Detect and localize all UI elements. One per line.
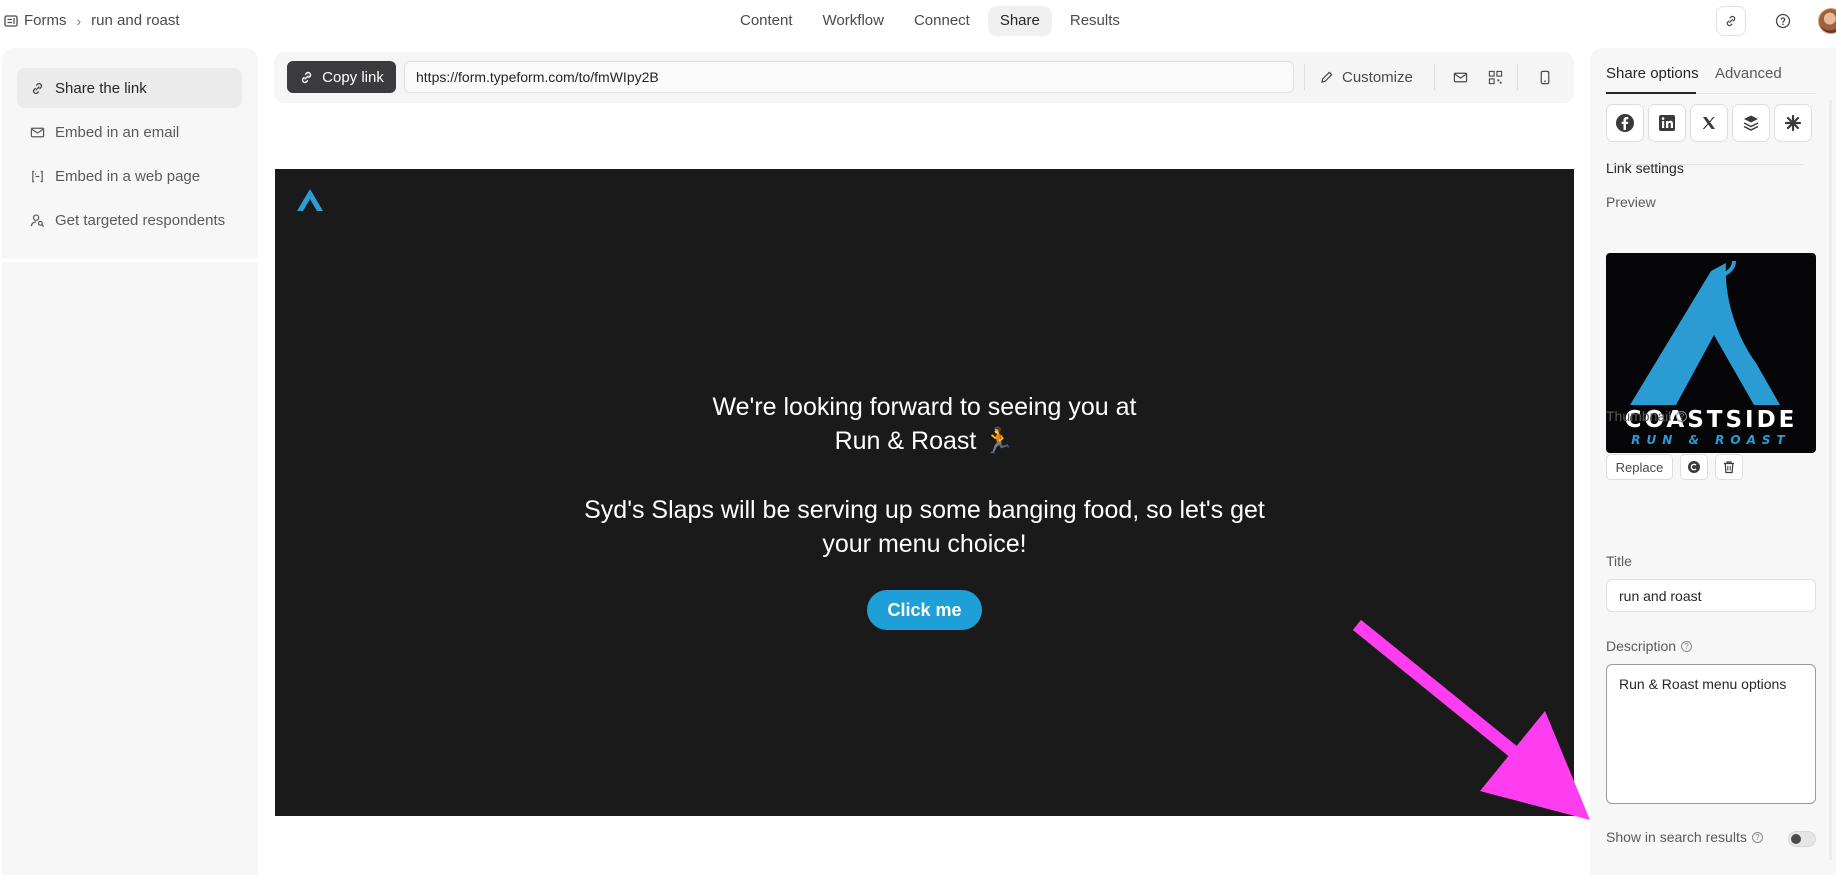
mail-icon — [1453, 72, 1467, 82]
welcome-line-3: Syd's Slaps will be serving up some bang… — [584, 496, 1265, 524]
description-label: Description ? — [1606, 638, 1693, 654]
main-nav-tabs: Content Workflow Connect Share Results — [728, 6, 1132, 36]
description-label-text: Description — [1606, 638, 1677, 654]
toolbar-divider — [1434, 64, 1435, 90]
thumbnail-label: Thumbnail ? — [1606, 408, 1688, 424]
search-results-label-text: Show in search results — [1606, 829, 1747, 845]
forms-icon — [4, 14, 18, 28]
tab-workflow[interactable]: Workflow — [811, 6, 896, 36]
breadcrumb-forms-link[interactable]: Forms — [24, 12, 67, 29]
link-icon — [32, 82, 43, 94]
top-bar: Forms › run and roast Content Workflow C… — [0, 0, 1836, 42]
breadcrumb: Forms › run and roast — [4, 12, 180, 29]
search-results-label: Show in search results ? — [1606, 829, 1763, 845]
qr-code-button[interactable] — [1482, 64, 1508, 90]
share-layers-button[interactable] — [1732, 104, 1770, 142]
tab-share[interactable]: Share — [987, 6, 1052, 36]
welcome-line-2: Run & Roast 🏃 — [834, 427, 1015, 455]
avatar[interactable] — [1818, 8, 1836, 34]
link-settings-heading: Link settings — [1606, 160, 1684, 176]
sidebar-item-label: Get targeted respondents — [55, 211, 226, 229]
search-results-toggle[interactable] — [1788, 831, 1816, 847]
trash-icon — [1724, 461, 1734, 474]
sidebar-item-embed-email[interactable]: Embed in an email — [17, 112, 242, 152]
mobile-preview-button[interactable] — [1532, 64, 1558, 90]
link-icon — [302, 71, 312, 83]
welcome-line-4: your menu choice! — [822, 530, 1027, 558]
share-linkedin-button[interactable] — [1648, 104, 1686, 142]
copy-link-icon-button[interactable] — [1716, 6, 1746, 36]
welcome-line-1: We're looking forward to seeing you at — [712, 393, 1137, 421]
brand-logo-icon — [295, 187, 325, 218]
pencil-icon — [1321, 71, 1333, 83]
x-icon — [1702, 117, 1715, 129]
help-icon[interactable]: ? — [1751, 831, 1763, 843]
toolbar-divider — [1517, 64, 1518, 90]
share-x-button[interactable] — [1690, 104, 1728, 142]
copyright-button[interactable] — [1680, 454, 1708, 480]
title-label: Title — [1606, 553, 1632, 569]
share-options-panel: Share options Advanced Link settings Pre… — [1590, 48, 1836, 875]
panel-scrollbar[interactable] — [1829, 100, 1832, 860]
sparkle-icon — [1784, 114, 1802, 132]
help-icon — [1775, 13, 1791, 29]
thumbnail-label-text: Thumbnail — [1606, 408, 1672, 424]
share-facebook-button[interactable] — [1606, 104, 1644, 142]
help-icon[interactable]: ? — [1676, 410, 1688, 422]
delete-thumbnail-button[interactable] — [1715, 454, 1743, 480]
sidebar-item-label: Embed in a web page — [55, 167, 201, 185]
help-button[interactable] — [1768, 6, 1798, 36]
tab-share-options[interactable]: Share options — [1606, 65, 1699, 82]
sidebar-item-embed-web[interactable]: Embed in a web page — [17, 156, 242, 196]
share-sparkle-button[interactable] — [1774, 104, 1812, 142]
copy-link-label: Copy link — [322, 68, 384, 86]
customize-label: Customize — [1342, 68, 1413, 86]
mail-icon — [30, 127, 45, 137]
breadcrumb-current-form[interactable]: run and roast — [91, 12, 179, 29]
click-me-button[interactable]: Click me — [867, 590, 982, 630]
sidebar-item-targeted-respondents[interactable]: Get targeted respondents — [17, 200, 242, 240]
replace-thumbnail-button[interactable]: Replace — [1606, 454, 1673, 480]
share-url-field[interactable] — [404, 61, 1294, 93]
sidebar-item-share-link[interactable]: Share the link — [17, 68, 242, 108]
chevron-right-icon: › — [76, 12, 82, 29]
tab-content[interactable]: Content — [728, 6, 805, 36]
toolbar-divider — [1304, 64, 1305, 90]
tab-results[interactable]: Results — [1058, 6, 1132, 36]
facebook-icon — [1616, 114, 1634, 132]
tab-advanced[interactable]: Advanced — [1715, 65, 1782, 82]
sidebar-item-label: Share the link — [55, 79, 147, 97]
link-icon — [1726, 15, 1736, 27]
sidebar-divider — [2, 259, 258, 262]
qr-code-icon — [1488, 70, 1502, 84]
tab-connect[interactable]: Connect — [902, 6, 982, 36]
toggle-knob — [1791, 834, 1801, 844]
code-brackets-icon — [32, 170, 43, 182]
customize-button[interactable]: Customize — [1319, 61, 1413, 93]
mobile-icon — [1540, 70, 1550, 84]
description-field[interactable]: Run & Roast menu options — [1606, 664, 1816, 804]
sidebar-item-label: Embed in an email — [55, 123, 180, 141]
preview-label: Preview — [1606, 194, 1656, 210]
copyright-icon — [1688, 461, 1700, 473]
title-field[interactable] — [1606, 579, 1816, 612]
copy-link-button[interactable]: Copy link — [287, 61, 396, 93]
top-right-actions — [1716, 6, 1836, 36]
share-toolbar: Copy link Customize — [274, 52, 1574, 103]
help-icon[interactable]: ? — [1681, 640, 1693, 652]
layers-icon — [1743, 115, 1759, 131]
active-tab-indicator — [1606, 92, 1696, 94]
email-share-button[interactable] — [1447, 64, 1473, 90]
thumbnail-logo-subtitle: RUN & ROAST — [1631, 433, 1791, 447]
form-preview: We're looking forward to seeing you at R… — [275, 169, 1574, 816]
linkedin-icon — [1659, 115, 1675, 131]
user-search-icon — [30, 213, 45, 227]
